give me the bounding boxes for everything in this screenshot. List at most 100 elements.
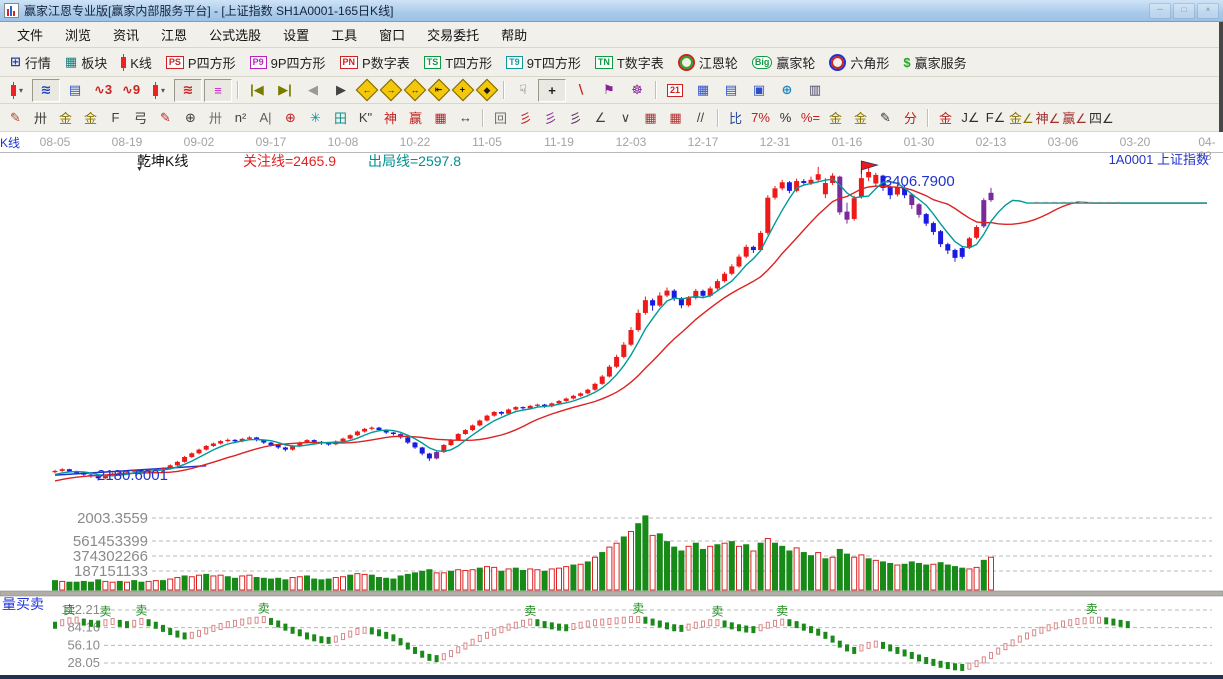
menu-item-tools[interactable]: 工具	[320, 22, 368, 47]
fib-grid-button[interactable]: F	[104, 107, 127, 129]
calculator-button[interactable]: ▦	[690, 80, 716, 101]
scale-tool-button[interactable]: 比	[724, 107, 747, 129]
gold-lines-button[interactable]: 金	[849, 107, 872, 129]
maximize-button[interactable]: □	[1173, 3, 1195, 19]
ying-tool-button[interactable]: 赢	[404, 107, 427, 129]
close-button[interactable]: ×	[1197, 3, 1219, 19]
circle-cycle-button[interactable]: ⊕	[179, 107, 202, 129]
gold-gann-2-button[interactable]: 金	[79, 107, 102, 129]
menu-item-gann[interactable]: 江恩	[150, 22, 198, 47]
reset-view-button[interactable]: ◆	[476, 79, 499, 102]
web-link-button[interactable]: ⊕	[774, 80, 800, 101]
candle-style-dropdown-button[interactable]: ▾	[4, 80, 30, 101]
gold-angle-button[interactable]: 金∠	[1009, 107, 1034, 129]
web-grid-button[interactable]: 田	[329, 107, 352, 129]
shen-angle-button[interactable]: 神∠	[1036, 107, 1061, 129]
gann-web-button[interactable]: ✳	[304, 107, 327, 129]
frame-box-button[interactable]: 回	[489, 107, 512, 129]
f-angle-button[interactable]: F∠	[984, 107, 1007, 129]
go-next-button[interactable]: ▶	[328, 80, 354, 101]
seven-percent-button[interactable]: 7%	[749, 107, 772, 129]
percent-lines-button[interactable]: %=	[799, 107, 822, 129]
menu-item-window[interactable]: 窗口	[368, 22, 416, 47]
indicator-dropdown-caret[interactable]: ▼	[136, 166, 143, 173]
single-candle-dropdown-button[interactable]: ▾	[146, 80, 172, 101]
four-angle-button[interactable]: 四∠	[1089, 107, 1114, 129]
menu-item-trade-order[interactable]: 交易委托	[416, 22, 490, 47]
menu-item-browse[interactable]: 浏览	[54, 22, 102, 47]
polyline-tool-button[interactable]: ∖	[568, 80, 594, 101]
toolbar-button-p-number-table[interactable]: PNP数字表	[333, 51, 417, 74]
toolbar-button-p-square[interactable]: PSP四方形	[159, 51, 243, 74]
remote-pc-button[interactable]: ▥	[802, 80, 828, 101]
gold-gann-1-button[interactable]: 金	[54, 107, 77, 129]
compress-view-button[interactable]: ⇤	[428, 79, 451, 102]
hatch-grid-2-button[interactable]: 卅	[204, 107, 227, 129]
spiral-tool-button[interactable]: 弓	[129, 107, 152, 129]
go-last-button[interactable]: ▶|	[272, 80, 298, 101]
percent-button[interactable]: %	[774, 107, 797, 129]
volume-profile-button[interactable]: ≡	[204, 79, 232, 102]
shen-tool-button[interactable]: 神	[379, 107, 402, 129]
menu-item-help[interactable]: 帮助	[490, 22, 538, 47]
brush-tool-button[interactable]: ✎	[4, 107, 27, 129]
ink-brush-button[interactable]: ✎	[874, 107, 897, 129]
wave-3-day-button[interactable]: ∿3	[90, 80, 116, 101]
chart-canvas[interactable]: 2003.3559561453399374302266187151133112.…	[0, 148, 1223, 679]
pattern-web-button[interactable]: ☸	[624, 80, 650, 101]
target-circle-button[interactable]: ⊕	[279, 107, 302, 129]
fan-lines-red-button[interactable]: 彡	[514, 107, 537, 129]
mirror-angle-button[interactable]: A|	[254, 107, 277, 129]
volume-indicator-name[interactable]: 量买卖	[2, 594, 44, 614]
toolbar-button-kline[interactable]: K线	[114, 51, 159, 74]
toolbar-button-hexagon[interactable]: 六角形	[822, 51, 896, 74]
info-panel-button[interactable]: ▤	[62, 80, 88, 101]
toolbar-button-winner-service[interactable]: $赢家服务	[896, 51, 973, 74]
vee-tool-button[interactable]: ∨	[614, 107, 637, 129]
ying-angle-button[interactable]: 赢∠	[1062, 107, 1087, 129]
expand-view-button[interactable]: +	[452, 79, 475, 102]
save-disk-button[interactable]: ▣	[746, 80, 772, 101]
span-arrows-button[interactable]: ↔	[454, 107, 477, 129]
toolbar-button-sectors[interactable]: ▦板块	[58, 51, 114, 74]
gann-anchor-button[interactable]: ⚑	[596, 80, 622, 101]
count-grid-button[interactable]: ▦	[429, 107, 452, 129]
go-prev-button[interactable]: ◀	[300, 80, 326, 101]
wave-9-day-button[interactable]: ∿9	[118, 80, 144, 101]
split-wave-button[interactable]: 分	[899, 107, 922, 129]
pattern-blue-button[interactable]: ≋	[32, 79, 60, 102]
toolbar-button-9t-square[interactable]: T99T四方形	[499, 51, 588, 74]
gold-circle-button[interactable]: 金	[824, 107, 847, 129]
menu-item-news[interactable]: 资讯	[102, 22, 150, 47]
k-note-button[interactable]: K"	[354, 107, 377, 129]
crosshair-button[interactable]: +	[538, 79, 566, 102]
price-grid-button[interactable]: ▦	[639, 107, 662, 129]
price-grid-arrow-button[interactable]: ▦	[664, 107, 687, 129]
notes-button[interactable]: ▤	[718, 80, 744, 101]
zoom-horizontal-button[interactable]: ↔	[404, 79, 427, 102]
shift-right-button[interactable]: →	[380, 79, 403, 102]
hatch-grid-button[interactable]: 卅	[29, 107, 52, 129]
toolbar-button-9p-square[interactable]: P99P四方形	[243, 51, 333, 74]
pattern-red-button[interactable]: ≋	[174, 79, 202, 102]
toolbar-button-t-number-table[interactable]: TNT数字表	[588, 51, 671, 74]
toolbar-button-t-square[interactable]: TST四方形	[417, 51, 499, 74]
indicator-title[interactable]: 乾坤K线	[137, 151, 188, 171]
pane-splitter[interactable]	[0, 591, 1223, 596]
go-first-button[interactable]: |◀	[244, 80, 270, 101]
calendar-button[interactable]: 21	[662, 80, 688, 101]
gold-underline-button[interactable]: 金	[934, 107, 957, 129]
minimize-button[interactable]: －	[1149, 3, 1171, 19]
toolbar-button-gann-wheel[interactable]: 江恩轮	[671, 51, 745, 74]
n-square-button[interactable]: n²	[229, 107, 252, 129]
menu-item-file[interactable]: 文件	[6, 22, 54, 47]
angle-fan-button[interactable]: ∠	[589, 107, 612, 129]
slash-lines-button[interactable]: //	[689, 107, 712, 129]
j-angle-button[interactable]: J∠	[959, 107, 982, 129]
angle-pen-button[interactable]: ✎	[154, 107, 177, 129]
menu-item-formula-stock-pick[interactable]: 公式选股	[198, 22, 272, 47]
drag-hand-button[interactable]: ☟	[510, 80, 536, 101]
fan-box-dark-button[interactable]: 彡	[564, 107, 587, 129]
toolbar-button-quotes[interactable]: ⊞行情	[3, 51, 58, 74]
fan-box-purple-button[interactable]: 彡	[539, 107, 562, 129]
